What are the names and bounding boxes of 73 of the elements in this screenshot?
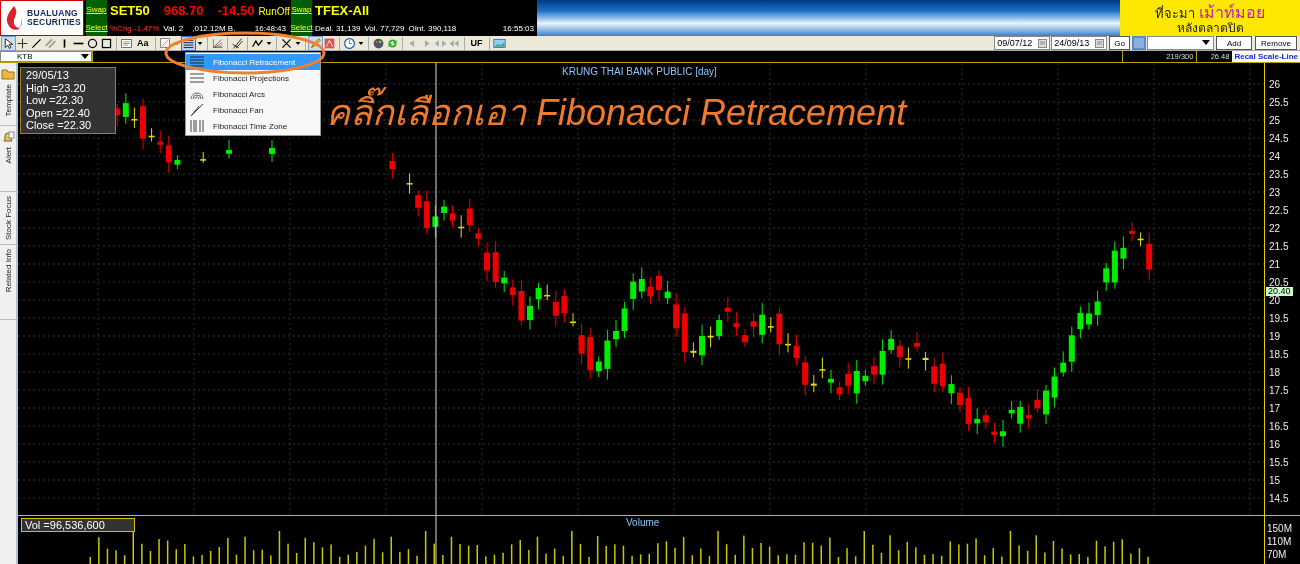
menu-item[interactable]: Fibonacci Time Zone [186,118,320,134]
index-symbol: TFEX-All [315,3,370,18]
axis-label: 18 [1269,367,1281,377]
axis-label: 22.5 [1269,205,1289,215]
ohlc-text: High =23.20 [26,81,87,94]
index-price: 968.70 [163,3,204,18]
select-link[interactable]: Select [85,22,108,32]
go-button[interactable]: Go [1109,36,1130,50]
side-tab[interactable]: Stock Focus [3,196,13,240]
axis-label: 23.5 [1269,169,1289,179]
recal-scale-link[interactable]: Recal Scale-Line [1232,51,1300,62]
axis-label: 16 [1269,439,1281,449]
axis-label: 15 [1269,475,1281,485]
axis-label: 25 [1269,115,1281,125]
quote-stat: Deal. 31,139 [315,24,361,33]
quote-stat: Vol. 77,729 [364,24,405,33]
axis-label: 70M [1267,549,1287,561]
price-change: -14.50 [217,3,255,18]
axis-label: 23 [1269,187,1281,197]
banner-ad[interactable]: ที่จะมา เม้าท์มอย หลังตลาดปิด [1120,0,1300,36]
quote-stat: 16:48:43 [254,24,286,33]
axis-label: 21 [1269,259,1281,269]
toolbar-button[interactable]: UF [467,38,486,48]
axis-label: 24.5 [1269,133,1289,143]
remove-button[interactable]: Remove [1255,36,1297,50]
last-price-label: 20.40 [1266,286,1293,296]
chart-title: KRUNG THAI BANK PUBLIC [day] [562,66,717,77]
quote-stat: %Chg.-1.47% [110,24,160,33]
axis-label: 24 [1269,151,1281,161]
select-link[interactable]: Select [290,22,313,32]
ohlc-text: Low =22.30 [26,94,85,107]
axis-label: 20.5 [1269,277,1289,287]
logo-text: BUALUANG [27,9,80,18]
axis-label: 17.5 [1269,385,1289,395]
axis-label: 17 [1269,403,1281,413]
volume-title: Volume [626,517,660,528]
logo-text: SECURITIES [27,18,81,27]
quote-stat: 16:55:03 [502,24,534,33]
session-label: RunOff [258,6,290,17]
banner-text: หลังตลาดปิด [1176,21,1244,36]
axis-label: 16.5 [1269,421,1289,431]
axis-label: 15.5 [1269,457,1289,467]
annotation-text: คลิ๊กเลือกเอา Fibonacci Retracement [326,84,907,141]
side-tab[interactable]: Related Info [3,249,13,293]
quote-stat: OInt. 390,118 [408,24,457,33]
axis-label: 25.5 [1269,97,1289,107]
axis-label: 26 [1269,79,1281,89]
ohlc-text: Close =22.30 [26,119,93,132]
date-field[interactable]: 09/07/12 [994,36,1051,50]
side-tab[interactable]: Alert [3,147,13,164]
axis-label: 20 [1269,295,1281,305]
axis-label: 18.5 [1269,349,1289,359]
add-button[interactable]: Add [1216,36,1252,50]
ohlc-text: Open =22.40 [26,106,91,119]
date-field[interactable]: 24/09/13 [1051,36,1108,50]
ohlc-text: 29/05/13 [26,69,70,82]
symbol-dropdown[interactable]: KTB [0,51,92,62]
axis-label: 19 [1269,331,1281,341]
axis-label: 150M [1267,523,1292,535]
index-symbol: SET50 [110,3,150,18]
volume-reading: Vol =96,536,600 [21,518,135,532]
side-tab[interactable]: Template [3,84,13,117]
axis-label: 14.5 [1269,493,1289,503]
toolbar-button[interactable]: Aa [134,38,152,48]
axis-label: 110M [1267,536,1292,548]
menu-item[interactable]: Fibonacci Projections [186,70,320,86]
menu-item[interactable]: Fibonacci Fan [186,102,320,118]
axis-label: 22 [1269,223,1281,233]
quote-stat: ,012.12M B. [192,24,236,33]
axis-label: 21.5 [1269,241,1289,251]
quote-stat: Val. 2 [163,24,184,33]
axis-label: 19.5 [1269,313,1289,323]
menu-item[interactable]: Fibonacci Arcs [186,86,320,102]
